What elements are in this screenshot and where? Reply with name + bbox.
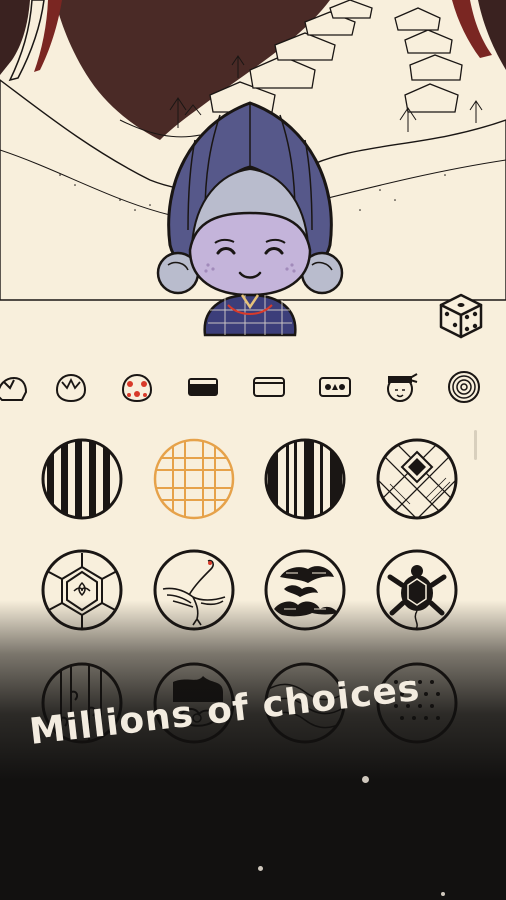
head-shape-icon [55,373,87,403]
category-tab-pattern[interactable] [447,370,481,404]
pattern-option-diagonal-diamond[interactable] [376,438,458,520]
sparkle-dot [258,866,263,871]
dice-randomize-button[interactable] [437,292,485,340]
mixed-stripes-pattern-icon [264,438,346,520]
lattice-grid-pattern-icon [153,438,235,520]
dice-randomize-icon [439,293,483,339]
diagonal-diamond-pattern-icon [376,438,458,520]
eyes-icon [253,377,285,397]
face-accessory-icon [387,373,418,402]
category-tab-hair[interactable] [0,370,28,404]
eyebrow-icon [188,378,218,396]
sparkle-dot [441,892,445,896]
pattern-option-lattice-grid[interactable] [153,438,235,520]
category-tab-ornament[interactable] [120,370,154,404]
app-screen: Millions of choices [0,0,506,900]
pattern-option-mixed-stripes[interactable] [264,438,346,520]
vertical-stripes-pattern-icon [41,438,123,520]
mouth-icon [319,377,351,397]
promo-caption: Millions of choices [20,668,490,790]
category-tab-head[interactable] [54,370,88,404]
pattern-icon [448,371,480,403]
category-tab-mouth[interactable] [318,370,352,404]
category-tab-accessory[interactable] [384,370,418,404]
grandma-avatar-icon [156,101,344,337]
hair-icon [0,376,28,401]
hair-ornament-icon [121,373,153,403]
scroll-indicator[interactable] [474,430,477,460]
category-tab-eyes[interactable] [252,370,286,404]
pattern-option-vertical-stripes[interactable] [41,438,123,520]
category-tab-eyebrow[interactable] [186,370,220,404]
